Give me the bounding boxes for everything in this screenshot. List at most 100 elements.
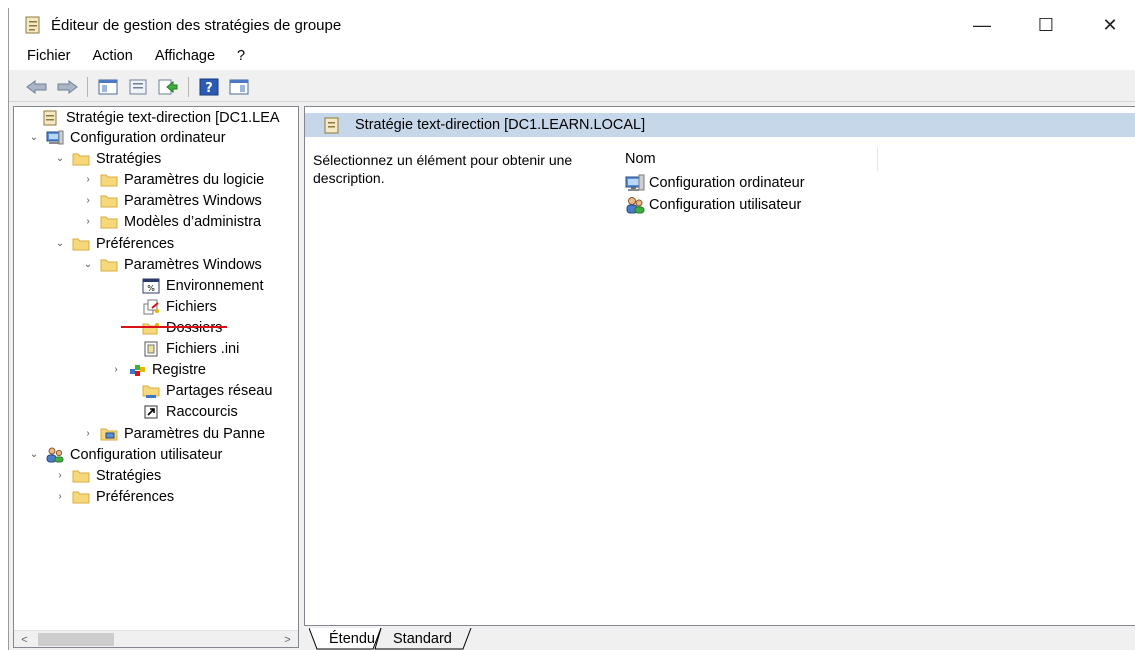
tree-item[interactable]: ⌄ Paramètres Windows: [82, 254, 262, 275]
details-header: Stratégie text-direction [DC1.LEARN.LOCA…: [305, 113, 1135, 137]
tree-item[interactable]: ⌄ Stratégies: [54, 148, 162, 169]
policy-icon: [323, 117, 341, 134]
tree-item[interactable]: › Paramètres du Panne: [82, 423, 265, 444]
expand-chevron-icon[interactable]: ⌄: [82, 259, 94, 270]
svg-text:?: ?: [205, 81, 213, 96]
column-separator[interactable]: [877, 147, 878, 171]
expand-chevron-icon[interactable]: ⌄: [28, 132, 40, 143]
menu-fichier[interactable]: Fichier: [27, 48, 71, 64]
forward-icon[interactable]: [55, 76, 79, 98]
toolbar-separator: [87, 76, 88, 97]
collapse-chevron-icon[interactable]: ›: [82, 428, 94, 439]
properties-icon[interactable]: [126, 76, 150, 98]
tree-item-label: Stratégies: [96, 150, 162, 167]
collapse-chevron-icon[interactable]: ›: [82, 195, 94, 206]
menu-help[interactable]: ?: [237, 48, 245, 64]
tree-item-label: Registre: [152, 361, 206, 378]
menu-affichage[interactable]: Affichage: [155, 48, 215, 64]
folder-icon: [72, 468, 90, 484]
tree-item-label: Modèles d’administra: [124, 213, 262, 230]
annotation-underline: [121, 326, 227, 328]
tree-item[interactable]: › Préférences: [54, 486, 174, 507]
list-item-label: Configuration ordinateur: [649, 175, 805, 191]
tree-item-label: Fichiers: [166, 298, 217, 315]
help-icon[interactable]: ?: [197, 76, 221, 98]
tree-item[interactable]: ⌄ Configuration ordinateur: [28, 127, 226, 148]
menu-action[interactable]: Action: [93, 48, 133, 64]
registry-icon: [128, 362, 146, 378]
horizontal-scrollbar[interactable]: < >: [14, 630, 298, 647]
folder-icon: [100, 214, 118, 230]
folder-icon: [100, 257, 118, 273]
description-text: Sélectionnez un élément pour obtenir une…: [313, 152, 573, 186]
export-list-icon[interactable]: [156, 76, 180, 98]
tree-item-label: Environnement: [166, 277, 264, 294]
tree-item-label: Paramètres du logicie: [124, 171, 265, 188]
collapse-chevron-icon[interactable]: ›: [82, 216, 94, 227]
users-icon: [46, 447, 64, 463]
scroll-right-button[interactable]: >: [279, 631, 296, 647]
maximize-button[interactable]: ☐: [1023, 8, 1069, 42]
files-icon: [142, 299, 160, 315]
folder-icon: [100, 172, 118, 188]
tree-item[interactable]: ⌄ Configuration utilisateur: [28, 444, 223, 465]
list-item-user-config[interactable]: Configuration utilisateur: [625, 194, 801, 216]
collapse-chevron-icon[interactable]: ›: [110, 364, 122, 375]
details-header-title: Stratégie text-direction [DC1.LEARN.LOCA…: [355, 117, 646, 133]
tree-item[interactable]: › Paramètres du logicie: [82, 169, 264, 190]
tree-item-label: Préférences: [96, 488, 175, 505]
back-icon[interactable]: [25, 76, 49, 98]
tree-item-label: Paramètres Windows: [124, 256, 262, 273]
tree-item-label: Configuration ordinateur: [70, 129, 226, 146]
expand-chevron-icon[interactable]: ⌄: [28, 449, 40, 460]
tab-etendu[interactable]: Étendu: [315, 628, 383, 649]
column-header-name[interactable]: Nom: [625, 151, 656, 167]
tree-item-label: Paramètres Windows: [124, 192, 262, 209]
minimize-button[interactable]: —: [959, 8, 1005, 42]
tree-item[interactable]: Stratégie text-direction [DC1.LEA: [24, 107, 280, 128]
scroll-thumb[interactable]: [38, 633, 114, 646]
list-item-label: Configuration utilisateur: [649, 197, 802, 213]
collapse-chevron-icon[interactable]: ›: [54, 470, 66, 481]
tree-item[interactable]: Fichiers: [124, 296, 217, 317]
tree-item-label: Stratégie text-direction [DC1.LEA: [66, 109, 280, 126]
tree-item[interactable]: › Paramètres Windows: [82, 190, 262, 211]
details-pane: Stratégie text-direction [DC1.LEARN.LOCA…: [304, 106, 1135, 626]
tree-item-label: Stratégies: [96, 467, 162, 484]
tree-item[interactable]: Partages réseau: [124, 380, 272, 401]
tree-item[interactable]: ⌄ Préférences: [54, 233, 174, 254]
policy-editor-icon: [23, 15, 43, 35]
show-hide-tree-icon[interactable]: [96, 76, 120, 98]
action-pane-icon[interactable]: [227, 76, 251, 98]
computer-icon: [625, 174, 645, 192]
collapse-chevron-icon[interactable]: ›: [54, 491, 66, 502]
tree-item[interactable]: Fichiers .ini: [124, 338, 239, 359]
tree-item[interactable]: Raccourcis: [124, 401, 238, 422]
folder-icon: [72, 236, 90, 252]
tree-item[interactable]: % Environnement: [124, 275, 264, 296]
users-icon: [625, 196, 645, 214]
network-share-icon: [142, 383, 160, 399]
policy-icon: [42, 110, 60, 126]
navigation-tree[interactable]: Stratégie text-direction [DC1.LEA ⌄ Config…: [13, 106, 299, 648]
close-button[interactable]: ✕: [1087, 8, 1133, 42]
tree-item[interactable]: › Registre: [110, 359, 206, 380]
list-item-computer-config[interactable]: Configuration ordinateur: [625, 172, 805, 194]
scroll-left-button[interactable]: <: [16, 631, 33, 647]
expand-chevron-icon[interactable]: ⌄: [54, 153, 66, 164]
gpmc-editor-window: Éditeur de gestion des stratégies de gro…: [8, 8, 1135, 650]
tree-item-label: Fichiers .ini: [166, 340, 240, 357]
control-panel-icon: [100, 426, 118, 442]
toolbar: ?: [9, 72, 1135, 102]
environment-icon: %: [142, 278, 160, 294]
title-bar: Éditeur de gestion des stratégies de gro…: [9, 8, 1135, 42]
menu-bar: Fichier Action Affichage ?: [9, 42, 1135, 70]
tree-item-label: Paramètres du Panne: [124, 425, 266, 442]
expand-chevron-icon[interactable]: ⌄: [54, 238, 66, 249]
tree-item[interactable]: › Stratégies: [54, 465, 161, 486]
collapse-chevron-icon[interactable]: ›: [82, 174, 94, 185]
svg-text:%: %: [147, 284, 155, 293]
tab-standard[interactable]: Standard: [379, 628, 460, 649]
shortcut-icon: [142, 404, 160, 420]
tree-item[interactable]: › Modèles d’administra: [82, 211, 261, 232]
